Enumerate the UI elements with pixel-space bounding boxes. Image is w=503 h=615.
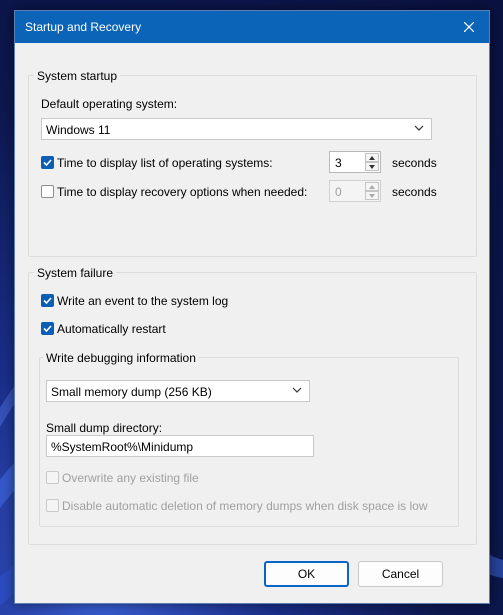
dump-dir-value: %SystemRoot%\Minidump [51,440,194,454]
dump-type-value: Small memory dump (256 KB) [51,385,212,399]
spin-up-button[interactable] [365,153,379,162]
checkmark-icon [43,297,52,305]
arrow-up-icon [369,155,375,160]
display-list-unit: seconds [392,156,437,170]
arrow-up-icon [369,184,375,189]
display-list-spinner[interactable]: 3 [329,151,381,173]
overwrite-label: Overwrite any existing file [62,471,199,485]
default-os-select[interactable]: Windows 11 [41,118,432,140]
ok-button[interactable]: OK [264,561,349,587]
display-list-checkbox[interactable] [41,156,54,169]
auto-restart-checkbox[interactable] [41,322,54,335]
checkmark-icon [43,325,52,333]
system-failure-legend: System failure [34,266,117,280]
dump-dir-input[interactable]: %SystemRoot%\Minidump [46,435,314,457]
display-list-value: 3 [335,156,342,170]
default-os-value: Windows 11 [46,123,111,137]
display-recovery-label: Time to display recovery options when ne… [57,185,308,199]
display-list-label: Time to display list of operating system… [57,156,273,170]
disable-auto-delete-label: Disable automatic deletion of memory dum… [62,499,428,513]
close-icon [464,22,474,32]
disable-auto-delete-checkbox[interactable] [46,499,59,512]
spin-down-button[interactable] [365,162,379,171]
spin-down-button[interactable] [365,191,379,200]
arrow-down-icon [369,193,375,198]
overwrite-checkbox[interactable] [46,471,59,484]
spinner-arrows [365,153,379,171]
cancel-button[interactable]: Cancel [358,561,443,587]
write-event-checkbox[interactable] [41,294,54,307]
dump-dir-label: Small dump directory: [46,421,163,435]
display-recovery-checkbox[interactable] [41,185,54,198]
default-os-label: Default operating system: [41,97,178,111]
spin-up-button[interactable] [365,182,379,191]
chevron-down-icon [292,387,302,393]
display-recovery-value: 0 [335,185,342,199]
dialog-title: Startup and Recovery [25,20,142,34]
system-startup-legend: System startup [34,69,121,83]
arrow-down-icon [369,164,375,169]
close-button[interactable] [449,11,489,43]
chevron-down-icon [414,125,424,131]
startup-recovery-dialog: Startup and Recovery System startup Defa… [14,10,490,604]
auto-restart-label: Automatically restart [57,322,166,336]
write-event-label: Write an event to the system log [57,294,229,308]
checkmark-icon [43,159,52,167]
display-recovery-unit: seconds [392,185,437,199]
title-bar: Startup and Recovery [15,11,489,43]
dump-type-select[interactable]: Small memory dump (256 KB) [46,380,310,402]
debugging-legend: Write debugging information [43,351,199,365]
spinner-arrows [365,182,379,200]
display-recovery-spinner[interactable]: 0 [329,180,381,202]
